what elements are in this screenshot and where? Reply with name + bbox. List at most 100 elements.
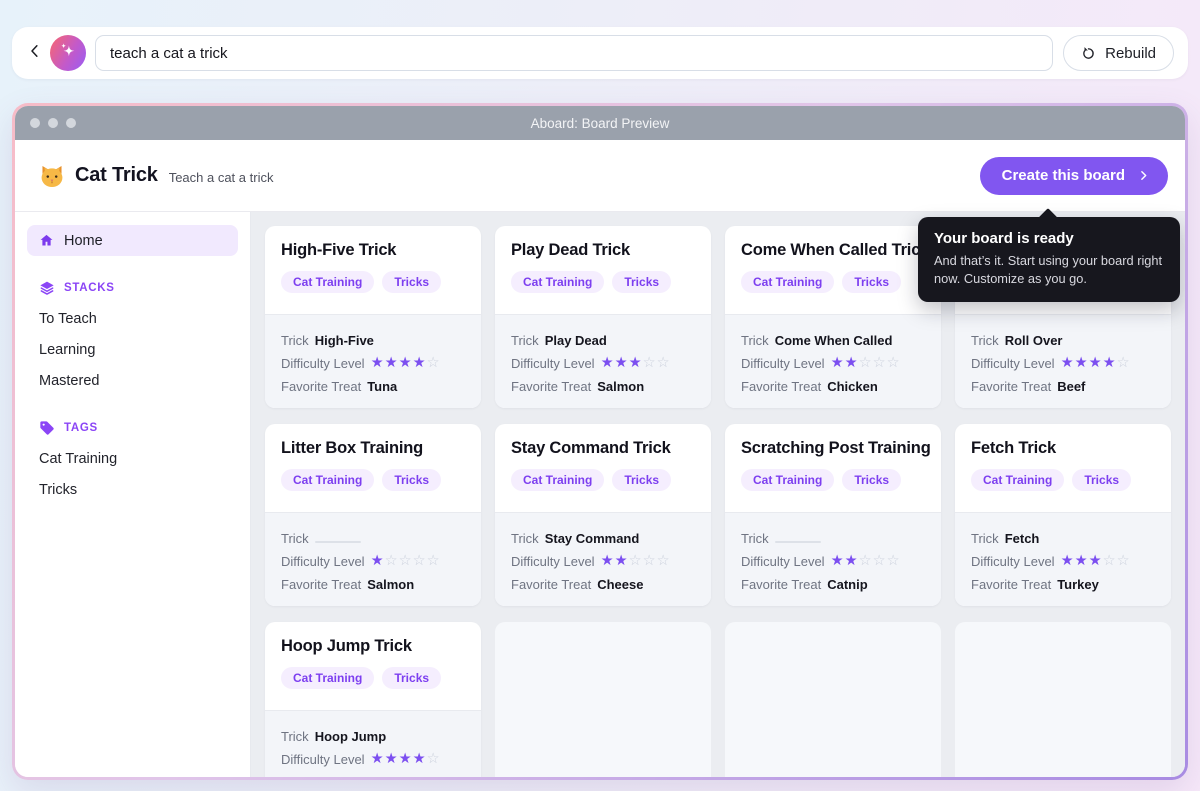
tag-pill[interactable]: Tricks: [612, 469, 671, 491]
star-filled-icon: ★: [399, 356, 413, 371]
tag-pill[interactable]: Tricks: [612, 271, 671, 293]
tag-pill[interactable]: Tricks: [842, 469, 901, 491]
app-logo: [50, 35, 86, 71]
tag-pill[interactable]: Cat Training: [971, 469, 1064, 491]
star-filled-icon: ★: [371, 356, 385, 371]
star-filled-icon: ★: [1089, 356, 1103, 371]
treat-field: Favorite Treat Cheese: [511, 573, 695, 596]
difficulty-stars: ★☆☆☆☆: [371, 554, 441, 569]
tag-pill[interactable]: Cat Training: [741, 469, 834, 491]
star-empty-icon: ☆: [873, 356, 887, 371]
tag-pill[interactable]: Tricks: [1072, 469, 1131, 491]
chevron-right-icon: [1137, 169, 1150, 182]
trick-field: Trick Fetch: [971, 527, 1155, 550]
board-card[interactable]: Come When Called Trick Cat Training Trick…: [725, 226, 941, 408]
card-title: Stay Command Trick: [511, 439, 695, 458]
card-title: Play Dead Trick: [511, 241, 695, 260]
back-button[interactable]: [22, 40, 48, 66]
tag-pill[interactable]: Cat Training: [741, 271, 834, 293]
sidebar-item-tricks[interactable]: Tricks: [27, 474, 238, 505]
field-value: High-Five: [315, 333, 374, 348]
rebuild-button[interactable]: Rebuild: [1063, 35, 1174, 71]
star-filled-icon: ★: [399, 752, 413, 767]
star-filled-icon: ★: [1103, 356, 1117, 371]
card-fields: Trick High-Five Difficulty Level ★★★★☆ F…: [265, 314, 481, 408]
field-value: Tuna: [367, 379, 397, 394]
sidebar-item-to-teach[interactable]: To Teach: [27, 303, 238, 334]
card-fields: Trick Play Dead Difficulty Level ★★★☆☆ F…: [495, 314, 711, 408]
tag-pill[interactable]: Tricks: [382, 271, 441, 293]
star-empty-icon: ☆: [427, 752, 441, 767]
sparkle-icon: [57, 40, 79, 67]
trick-field: Trick Hoop Jump: [281, 725, 465, 748]
board-card[interactable]: Fetch Trick Cat TrainingTricks Trick Fet…: [955, 424, 1171, 606]
prompt-input[interactable]: [95, 35, 1053, 71]
card-top: Come When Called Trick Cat Training Trick…: [725, 226, 941, 314]
board-card[interactable]: High-Five Trick Cat TrainingTricks Trick…: [265, 226, 481, 408]
field-label: Favorite Treat: [741, 379, 821, 394]
star-empty-icon: ☆: [873, 554, 887, 569]
field-value: Catnip: [827, 577, 867, 592]
field-label: Difficulty Level: [281, 356, 365, 371]
refresh-icon: [1081, 46, 1096, 61]
star-empty-icon: ☆: [427, 554, 441, 569]
field-label: Trick: [281, 531, 309, 546]
sidebar-sections: STACKS To TeachLearningMastered TAGS Cat…: [27, 278, 238, 505]
field-value: Cheese: [597, 577, 643, 592]
field-label: Difficulty Level: [741, 554, 825, 569]
tag-pill[interactable]: Cat Training: [281, 469, 374, 491]
card-title: Come When Called Trick: [741, 241, 925, 260]
trick-field: Trick Roll Over: [971, 329, 1155, 352]
tag-pill[interactable]: Tricks: [382, 667, 441, 689]
card-fields: Trick Difficulty Level ★☆☆☆☆ Favorite Tr…: [265, 512, 481, 606]
field-label: Difficulty Level: [281, 554, 365, 569]
field-label: Favorite Treat: [511, 379, 591, 394]
card-fields: Trick Come When Called Difficulty Level …: [725, 314, 941, 408]
field-value: Come When Called: [775, 333, 893, 348]
field-value: Beef: [1057, 379, 1085, 394]
star-filled-icon: ★: [385, 752, 399, 767]
card-tags: Cat Training Tricks: [511, 469, 695, 491]
field-value: Salmon: [597, 379, 644, 394]
board-card[interactable]: Stay Command Trick Cat Training Tricks Tr…: [495, 424, 711, 606]
create-board-button[interactable]: Create this board: [980, 157, 1168, 195]
treat-field: Favorite Treat Salmon: [281, 573, 465, 596]
sidebar-item-home[interactable]: Home: [27, 225, 238, 256]
board-card[interactable]: Hoop Jump Trick Cat TrainingTricks Trick…: [265, 622, 481, 777]
card-fields: Trick Difficulty Level ★★☆☆☆ Favorite Tr…: [725, 512, 941, 606]
card-title: Scratching Post Training: [741, 439, 925, 458]
sidebar-item-learning[interactable]: Learning: [27, 334, 238, 365]
board-card[interactable]: Play Dead Trick Cat Training Tricks Trick…: [495, 226, 711, 408]
star-empty-icon: ☆: [427, 356, 441, 371]
star-empty-icon: ☆: [413, 554, 427, 569]
empty-value-dash: [775, 541, 821, 543]
board-card[interactable]: Scratching Post Training Cat Training Tri…: [725, 424, 941, 606]
star-filled-icon: ★: [413, 356, 427, 371]
empty-card: [495, 622, 711, 777]
star-empty-icon: ☆: [1103, 554, 1117, 569]
sidebar-section: TAGS Cat TrainingTricks: [27, 418, 238, 505]
tag-pill[interactable]: Cat Training: [511, 469, 604, 491]
tag-pill[interactable]: Cat Training: [281, 667, 374, 689]
tag-pill[interactable]: Cat Training: [511, 271, 604, 293]
rebuild-label: Rebuild: [1105, 45, 1156, 62]
field-label: Difficulty Level: [511, 356, 595, 371]
board-card[interactable]: Litter Box Training Cat TrainingTricks T…: [265, 424, 481, 606]
star-filled-icon: ★: [385, 356, 399, 371]
field-label: Favorite Treat: [971, 577, 1051, 592]
card-tags: Cat Training Tricks: [741, 469, 925, 491]
tag-pill[interactable]: Cat Training: [281, 271, 374, 293]
card-top: Play Dead Trick Cat Training Tricks: [495, 226, 711, 314]
card-top: Hoop Jump Trick Cat TrainingTricks: [265, 622, 481, 710]
tag-pill[interactable]: Tricks: [382, 469, 441, 491]
star-filled-icon: ★: [831, 554, 845, 569]
field-value: Play Dead: [545, 333, 607, 348]
sidebar-home-label: Home: [64, 233, 103, 249]
star-filled-icon: ★: [601, 356, 615, 371]
tag-pill[interactable]: Tricks: [842, 271, 901, 293]
sidebar-item-mastered[interactable]: Mastered: [27, 365, 238, 396]
empty-value-dash: [315, 541, 361, 543]
treat-field: Favorite Treat Catnip: [741, 573, 925, 596]
sidebar-item-cat-training[interactable]: Cat Training: [27, 443, 238, 474]
sidebar-section: STACKS To TeachLearningMastered: [27, 278, 238, 396]
